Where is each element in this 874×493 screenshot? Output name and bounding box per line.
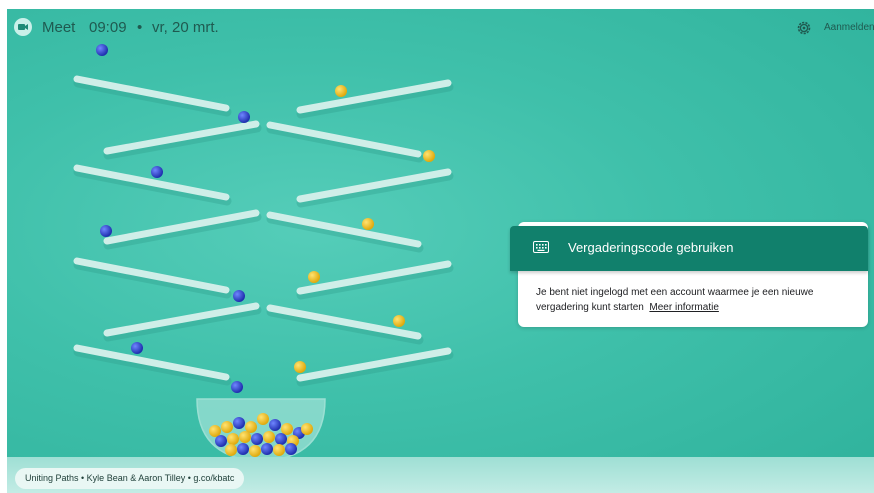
keyboard-icon [533, 241, 549, 253]
top-bar: Meet 09:09 • vr, 20 mrt. Aanmelden [7, 9, 874, 45]
signin-button[interactable]: Aanmelden [824, 22, 874, 33]
card-message-block: Je bent niet ingelogd met een account wa… [536, 285, 856, 315]
learn-more-link[interactable]: Meer informatie [649, 302, 718, 313]
current-date: vr, 20 mrt. [152, 19, 219, 36]
ramps [73, 75, 454, 387]
use-meeting-code-button[interactable]: Vergaderingscode gebruiken [510, 226, 868, 271]
time-date-separator: • [137, 19, 143, 36]
background-credit-chip[interactable]: Uniting Paths • Kyle Bean & Aaron Tilley… [15, 468, 245, 489]
gear-icon[interactable] [796, 20, 812, 36]
current-time: 09:09 [89, 19, 127, 36]
meet-home-screen: Meet 09:09 • vr, 20 mrt. Aanmelden Verga… [7, 9, 874, 493]
glass-bowl [196, 398, 326, 462]
meeting-code-card: Vergaderingscode gebruiken Je bent niet … [510, 222, 868, 327]
app-name: Meet [42, 19, 76, 36]
card-title: Vergaderingscode gebruiken [568, 240, 734, 255]
meet-camera-icon [14, 18, 32, 36]
